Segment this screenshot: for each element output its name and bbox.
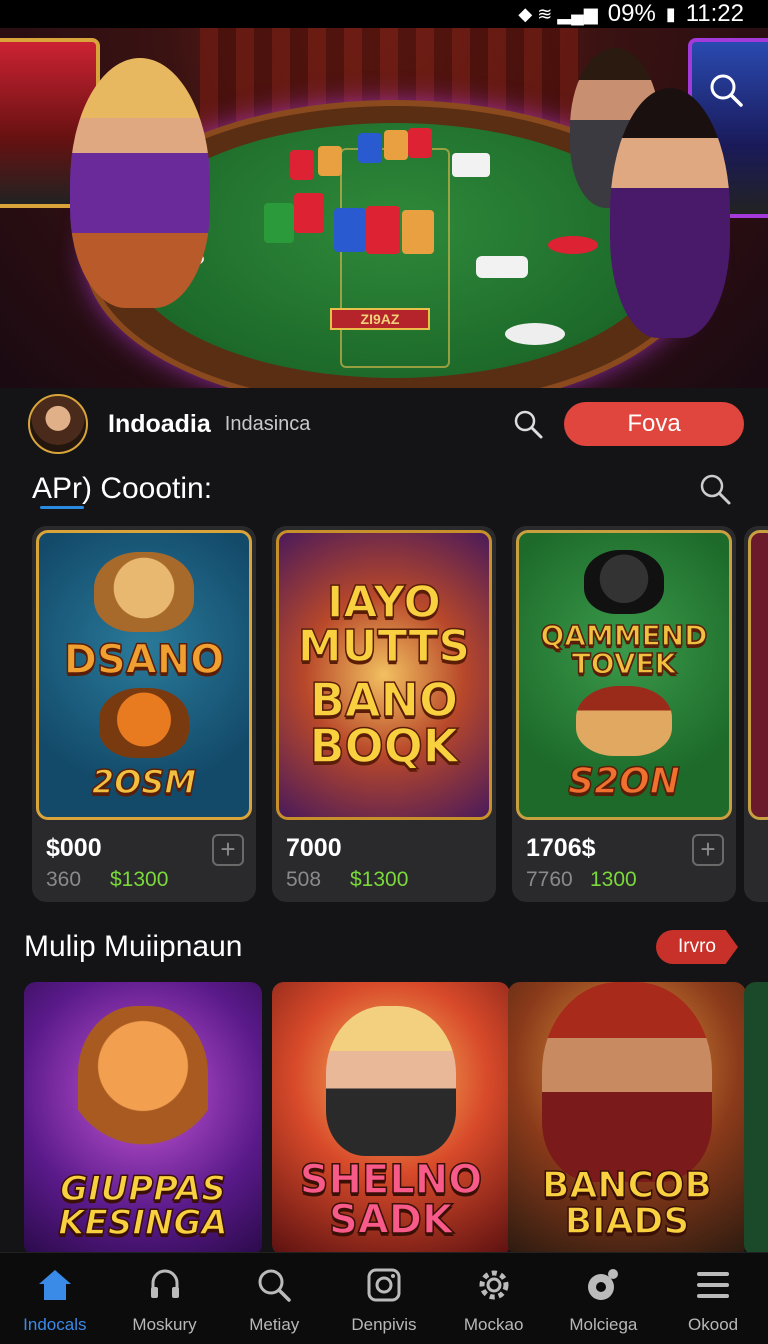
section-title-muiipnaun: Mulip Muiipnaun [24,930,243,963]
promo-title: BANCOB BIADS [541,1165,712,1242]
chip-stack [402,210,434,254]
card-price: 7000 [286,834,342,862]
nav-label: Mockao [463,1315,524,1334]
chip-stack [366,206,400,254]
tiger-illustration [99,688,189,758]
chip-stack [408,128,432,158]
card-new-price: $1300 [110,868,169,891]
lion-cowboy-illustration [576,686,672,756]
player-woman-left [70,58,210,308]
bottom-nav: Indocals Moskury Metiay Denpivis Mockao … [0,1252,768,1344]
clock: 11:22 [685,0,744,27]
add-button[interactable]: + [692,834,724,866]
chip-icon [588,1269,619,1300]
fova-button[interactable]: Fova [564,402,744,446]
cowboy-illustration [542,982,712,1182]
promo-card[interactable]: BANCOB BIADS [508,982,746,1256]
game-title-line2: BANO BOQK [309,673,459,773]
promo-card[interactable]: SHELNO SADK [272,982,510,1256]
chip [548,236,598,254]
game-title-line1: DSANO [63,637,225,683]
search-icon [258,1269,291,1302]
gear-icon [479,1270,509,1300]
signal-icon: ◆ ≋ ▂▄▆ [518,3,598,24]
nav-item-okood[interactable]: Okood [663,1265,763,1335]
game-card[interactable]: IAYO MUTTS BANO BOQK 7000 508 $1300 + [272,526,496,902]
player-woman-right [610,88,730,338]
game-card-art: DSANO 2OSM [36,530,252,820]
game-card-partial[interactable] [744,526,768,902]
nav-label: Moskury [132,1315,197,1334]
nav-label: Metiay [249,1315,300,1334]
dice [452,153,490,177]
table-line [340,148,450,368]
hero-banner[interactable]: ZI9AZ [0,28,768,388]
panther-illustration [584,550,664,614]
battery-icon: ▮ [665,3,676,24]
nav-item-home[interactable]: Indocals [5,1265,105,1335]
game-card-art: QAMMEND TOVEK S2ON [516,530,732,820]
battery-level: 09% [607,0,656,27]
game-card[interactable]: QAMMEND TOVEK S2ON 1706$ 7760 1300 + [512,526,736,902]
home-icon [38,1270,71,1300]
game-card-art [748,530,768,820]
card-price: $000 [46,834,102,862]
tiger-illustration [78,1006,208,1156]
promo-title: SHELNO SADK [299,1157,483,1243]
profile-row: Indoadia Indasinca Fova [0,392,768,456]
game-title-line2: 2OSM [91,763,197,801]
card-new-price: 1300 [590,868,637,891]
avatar[interactable] [28,394,88,454]
nav-item-molciega[interactable]: Molciega [553,1265,653,1335]
nav-item-denpivis[interactable]: Denpivis [334,1265,434,1335]
game-title-line2: S2ON [567,761,680,802]
card-price: 1706$ [526,834,596,862]
lion-illustration [94,552,194,632]
nav-label: Okood [688,1315,739,1334]
nav-item-metiay[interactable]: Metiay [224,1265,324,1335]
chip-stack [290,150,314,180]
promo-title: GIUPPAS KESINGA [58,1169,229,1243]
nav-label: Indocals [23,1315,87,1334]
profile-name: Indoadia [108,409,211,438]
card-new-price: $1300 [350,868,409,891]
card-old-price: 7760 [526,868,573,891]
promo-card[interactable]: GIUPPAS KESINGA [24,982,262,1256]
game-card[interactable]: DSANO 2OSM $000 360 $1300 + [32,526,256,902]
add-button[interactable]: + [212,834,244,866]
nav-item-moskury[interactable]: Moskury [115,1265,215,1335]
chip-stack [294,193,324,233]
menu-icon [697,1272,730,1298]
card-old-price: 360 [46,868,82,891]
section-title-coootin: APr) Coootin: [32,472,213,505]
game-title-line1: QAMMEND TOVEK [540,619,709,680]
chip-stack [264,203,294,243]
chip-stack [334,208,366,252]
search-icon[interactable] [698,472,732,506]
promo-card-partial[interactable] [744,982,768,1256]
search-icon[interactable] [708,72,744,108]
status-bar: ◆ ≋ ▂▄▆ 09% ▮ 11:22 [0,0,768,28]
profile-subtitle: Indasinca [224,412,311,435]
chip-stack [358,133,382,163]
game-card-art: IAYO MUTTS BANO BOQK [276,530,492,820]
chip [505,323,565,345]
camera-icon [367,1268,401,1302]
nav-label: Molciega [569,1315,638,1334]
search-icon[interactable] [512,408,544,440]
chip-stack [318,146,342,176]
woman-player-illustration [326,1006,456,1156]
card-old-price: 508 [286,868,322,891]
nav-label: Denpivis [351,1315,417,1334]
chip-stack [384,130,408,160]
nav-item-mockao[interactable]: Mockao [444,1265,544,1335]
section-underline [40,506,84,509]
game-title-line1: IAYO MUTTS [297,577,471,672]
more-badge[interactable]: Irvro [656,930,738,964]
table-label: ZI9AZ [330,308,430,330]
headset-icon [150,1269,179,1298]
dice [476,256,528,278]
